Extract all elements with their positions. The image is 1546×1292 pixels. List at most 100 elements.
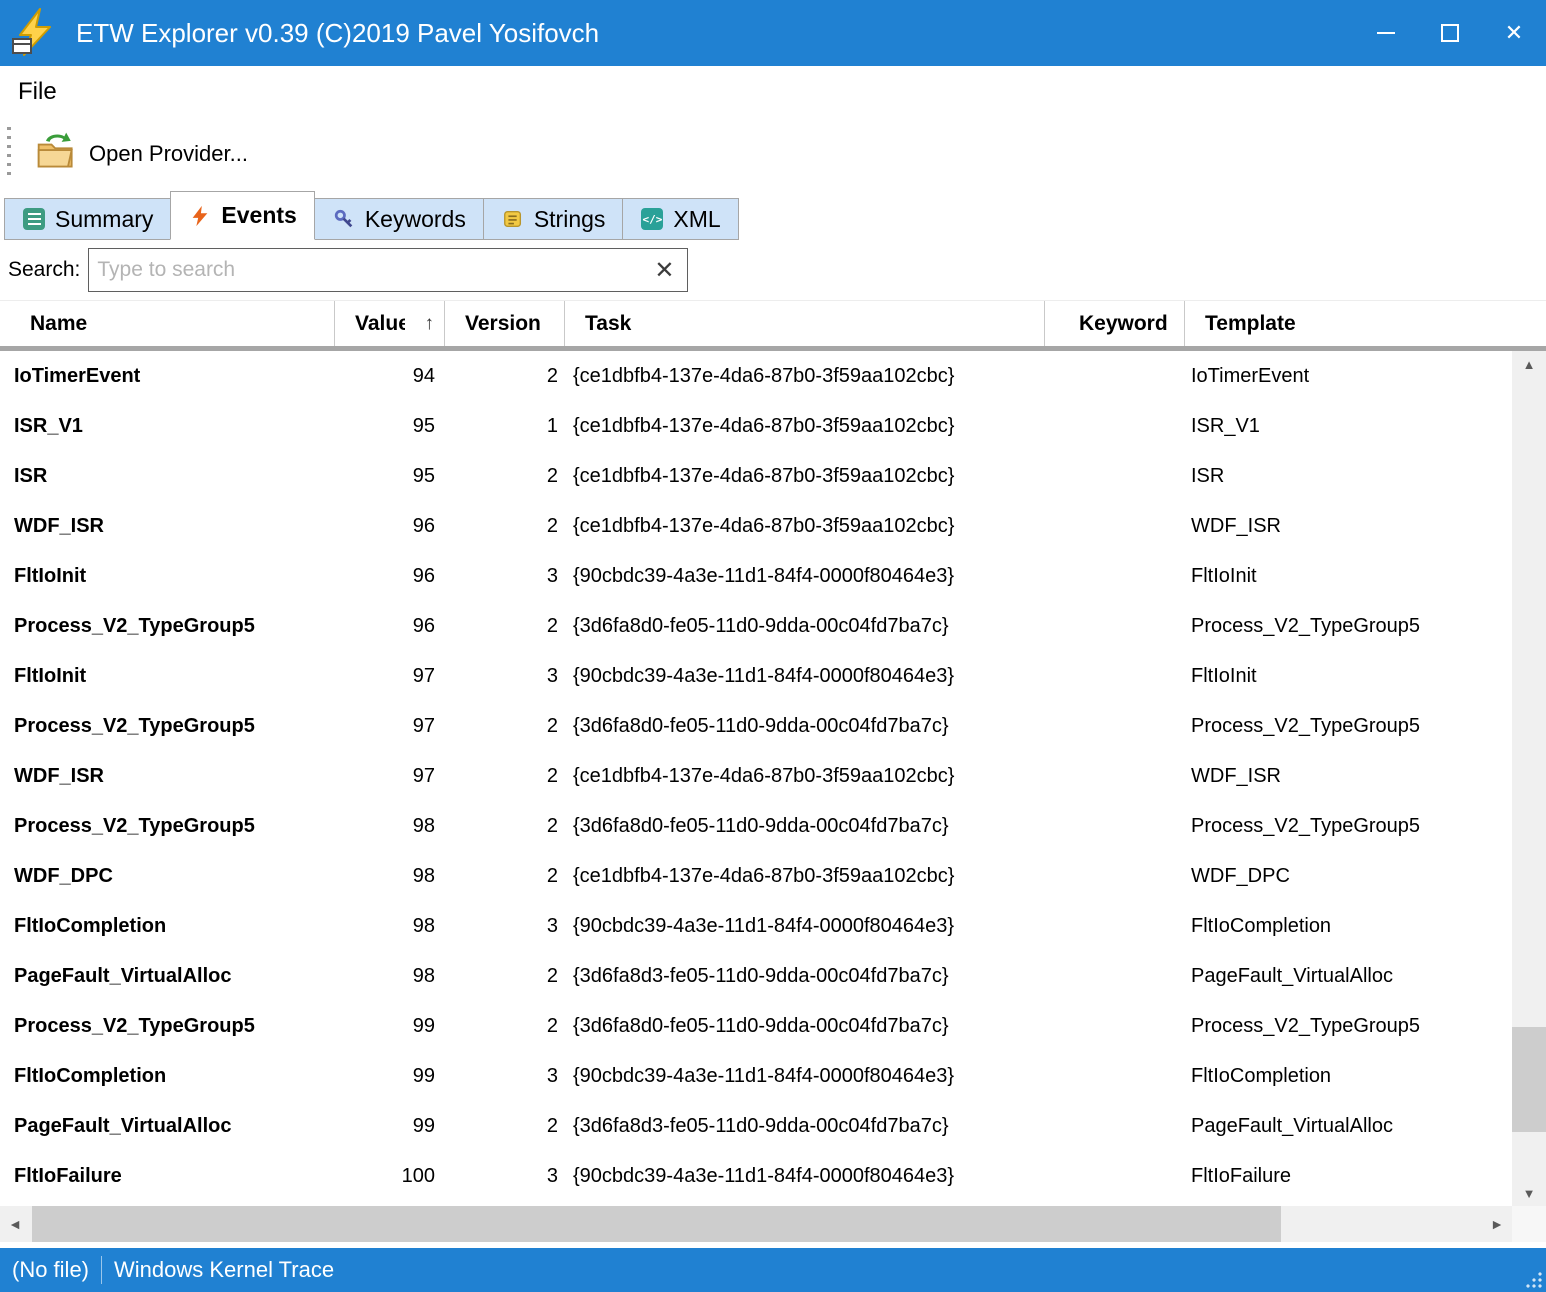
table-row[interactable]: FltIoInit 96 3 {90cbdc39-4a3e-11d1-84f4-… bbox=[0, 551, 1512, 601]
table-row[interactable]: PageFault_VirtualAlloc 99 2 {3d6fa8d3-fe… bbox=[0, 1101, 1512, 1151]
vertical-scrollbar[interactable]: ▲ ▼ bbox=[1512, 351, 1546, 1206]
cell-template: FltIoInit bbox=[1185, 665, 1512, 688]
scroll-up-icon[interactable]: ▲ bbox=[1512, 351, 1546, 377]
column-header-task[interactable]: Task bbox=[565, 301, 1045, 346]
table-row[interactable]: IoTimerEvent 94 2 {ce1dbfb4-137e-4da6-87… bbox=[0, 351, 1512, 401]
vertical-scroll-track[interactable] bbox=[1512, 377, 1546, 1180]
toolbar-grip[interactable] bbox=[7, 127, 11, 181]
cell-name: Process_V2_TypeGroup5 bbox=[0, 815, 335, 838]
open-folder-icon bbox=[35, 131, 79, 177]
cell-template: FltIoFailure bbox=[1185, 1165, 1512, 1188]
column-header-template[interactable]: Template bbox=[1185, 301, 1546, 346]
cell-name: WDF_ISR bbox=[0, 765, 335, 788]
cell-template: FltIoCompletion bbox=[1185, 915, 1512, 938]
cell-name: FltIoInit bbox=[0, 565, 335, 588]
open-provider-label: Open Provider... bbox=[89, 141, 248, 167]
cell-template: PageFault_VirtualAlloc bbox=[1185, 965, 1512, 988]
cell-template: WDF_DPC bbox=[1185, 865, 1512, 888]
table-row[interactable]: WDF_DPC 98 2 {ce1dbfb4-137e-4da6-87b0-3f… bbox=[0, 851, 1512, 901]
tab-xml[interactable]: </> XML bbox=[622, 198, 738, 240]
cell-task: {3d6fa8d0-fe05-11d0-9dda-00c04fd7ba7c} bbox=[565, 715, 1045, 738]
cell-version: 3 bbox=[445, 1165, 565, 1188]
table-row[interactable]: Process_V2_TypeGroup5 96 2 {3d6fa8d0-fe0… bbox=[0, 601, 1512, 651]
cell-name: IoTimerEvent bbox=[0, 365, 335, 388]
cell-task: {ce1dbfb4-137e-4da6-87b0-3f59aa102cbc} bbox=[565, 515, 1045, 538]
cell-task: {3d6fa8d3-fe05-11d0-9dda-00c04fd7ba7c} bbox=[565, 1115, 1045, 1138]
cell-task: {90cbdc39-4a3e-11d1-84f4-0000f80464e3} bbox=[565, 565, 1045, 588]
column-header-version[interactable]: Version bbox=[445, 301, 565, 346]
cell-value: 98 bbox=[335, 965, 445, 988]
cell-name: WDF_ISR bbox=[0, 515, 335, 538]
table-row[interactable]: PageFault_VirtualAlloc 98 2 {3d6fa8d3-fe… bbox=[0, 951, 1512, 1001]
minimize-button[interactable] bbox=[1354, 0, 1418, 66]
horizontal-scroll-thumb[interactable] bbox=[32, 1206, 1281, 1242]
clear-search-icon[interactable]: ✕ bbox=[641, 256, 687, 285]
vertical-scroll-thumb[interactable] bbox=[1512, 1027, 1546, 1131]
table-row[interactable]: FltIoCompletion 98 3 {90cbdc39-4a3e-11d1… bbox=[0, 901, 1512, 951]
cell-template: FltIoCompletion bbox=[1185, 1065, 1512, 1088]
table-row[interactable]: FltIoCompletion 99 3 {90cbdc39-4a3e-11d1… bbox=[0, 1051, 1512, 1101]
sort-ascending-icon: ↑ bbox=[425, 313, 435, 335]
cell-task: {90cbdc39-4a3e-11d1-84f4-0000f80464e3} bbox=[565, 1065, 1045, 1088]
cell-name: Process_V2_TypeGroup5 bbox=[0, 1015, 335, 1038]
open-provider-button[interactable]: Open Provider... bbox=[27, 127, 256, 181]
cell-task: {ce1dbfb4-137e-4da6-87b0-3f59aa102cbc} bbox=[565, 865, 1045, 888]
lightning-icon bbox=[188, 204, 212, 228]
table-row[interactable]: FltIoFailure 100 3 {90cbdc39-4a3e-11d1-8… bbox=[0, 1151, 1512, 1201]
cell-task: {ce1dbfb4-137e-4da6-87b0-3f59aa102cbc} bbox=[565, 765, 1045, 788]
maximize-button[interactable] bbox=[1418, 0, 1482, 66]
scroll-right-icon[interactable]: ► bbox=[1482, 1206, 1512, 1242]
title-bar: ETW Explorer v0.39 (C)2019 Pavel Yosifov… bbox=[0, 0, 1546, 66]
column-header-name[interactable]: Name bbox=[0, 301, 335, 346]
column-header-value[interactable]: Value ↑ bbox=[335, 301, 445, 346]
cell-version: 2 bbox=[445, 715, 565, 738]
tab-events[interactable]: Events bbox=[170, 191, 314, 240]
table-row[interactable]: FltIoInit 97 3 {90cbdc39-4a3e-11d1-84f4-… bbox=[0, 651, 1512, 701]
cell-template: FltIoInit bbox=[1185, 565, 1512, 588]
column-header-keyword[interactable]: Keyword bbox=[1045, 301, 1185, 346]
table-row[interactable]: WDF_ISR 97 2 {ce1dbfb4-137e-4da6-87b0-3f… bbox=[0, 751, 1512, 801]
cell-template: WDF_ISR bbox=[1185, 765, 1512, 788]
cell-version: 2 bbox=[445, 865, 565, 888]
cell-version: 3 bbox=[445, 915, 565, 938]
horizontal-scrollbar-row: ◄ ► bbox=[0, 1206, 1546, 1242]
scroll-left-icon[interactable]: ◄ bbox=[0, 1206, 30, 1242]
table-row[interactable]: Process_V2_TypeGroup5 97 2 {3d6fa8d0-fe0… bbox=[0, 701, 1512, 751]
cell-name: Process_V2_TypeGroup5 bbox=[0, 715, 335, 738]
scroll-down-icon[interactable]: ▼ bbox=[1512, 1180, 1546, 1206]
cell-value: 98 bbox=[335, 915, 445, 938]
cell-value: 99 bbox=[335, 1115, 445, 1138]
cell-version: 2 bbox=[445, 465, 565, 488]
cell-value: 98 bbox=[335, 865, 445, 888]
cell-task: {ce1dbfb4-137e-4da6-87b0-3f59aa102cbc} bbox=[565, 465, 1045, 488]
tab-keywords[interactable]: Keywords bbox=[314, 198, 484, 240]
tab-summary[interactable]: Summary bbox=[4, 198, 171, 240]
status-bar: (No file) Windows Kernel Trace bbox=[0, 1248, 1546, 1292]
table-row[interactable]: ISR_V1 95 1 {ce1dbfb4-137e-4da6-87b0-3f5… bbox=[0, 401, 1512, 451]
horizontal-scroll-track[interactable] bbox=[30, 1206, 1482, 1242]
cell-value: 98 bbox=[335, 815, 445, 838]
cell-task: {3d6fa8d0-fe05-11d0-9dda-00c04fd7ba7c} bbox=[565, 815, 1045, 838]
search-input[interactable] bbox=[89, 249, 641, 291]
table-row[interactable]: Process_V2_TypeGroup5 98 2 {3d6fa8d0-fe0… bbox=[0, 801, 1512, 851]
resize-grip-icon[interactable] bbox=[1525, 1271, 1543, 1289]
cell-value: 99 bbox=[335, 1015, 445, 1038]
horizontal-scrollbar[interactable]: ◄ ► bbox=[0, 1206, 1512, 1242]
tab-keywords-label: Keywords bbox=[365, 206, 466, 233]
xml-code-icon: </> bbox=[640, 207, 664, 231]
cell-version: 2 bbox=[445, 815, 565, 838]
toolbar: Open Provider... bbox=[0, 118, 1546, 190]
cell-task: {3d6fa8d3-fe05-11d0-9dda-00c04fd7ba7c} bbox=[565, 965, 1045, 988]
menu-file[interactable]: File bbox=[0, 66, 75, 118]
cell-version: 2 bbox=[445, 765, 565, 788]
close-button[interactable]: ✕ bbox=[1482, 0, 1546, 66]
tab-strings[interactable]: Strings bbox=[483, 198, 624, 240]
cell-name: WDF_DPC bbox=[0, 865, 335, 888]
tab-events-label: Events bbox=[221, 202, 296, 229]
cell-value: 97 bbox=[335, 715, 445, 738]
cell-name: PageFault_VirtualAlloc bbox=[0, 965, 335, 988]
table-row[interactable]: WDF_ISR 96 2 {ce1dbfb4-137e-4da6-87b0-3f… bbox=[0, 501, 1512, 551]
cell-version: 2 bbox=[445, 965, 565, 988]
table-row[interactable]: Process_V2_TypeGroup5 99 2 {3d6fa8d0-fe0… bbox=[0, 1001, 1512, 1051]
table-row[interactable]: ISR 95 2 {ce1dbfb4-137e-4da6-87b0-3f59aa… bbox=[0, 451, 1512, 501]
